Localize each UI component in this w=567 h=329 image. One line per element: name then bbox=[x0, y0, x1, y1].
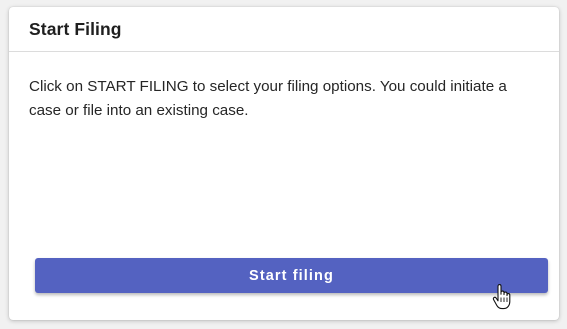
card-description: Click on START FILING to select your fil… bbox=[29, 78, 507, 119]
start-filing-card: Start Filing Click on START FILING to se… bbox=[9, 7, 559, 320]
card-header: Start Filing bbox=[9, 7, 559, 52]
start-filing-button[interactable]: Start filing bbox=[35, 258, 548, 293]
card-title: Start Filing bbox=[29, 19, 122, 39]
